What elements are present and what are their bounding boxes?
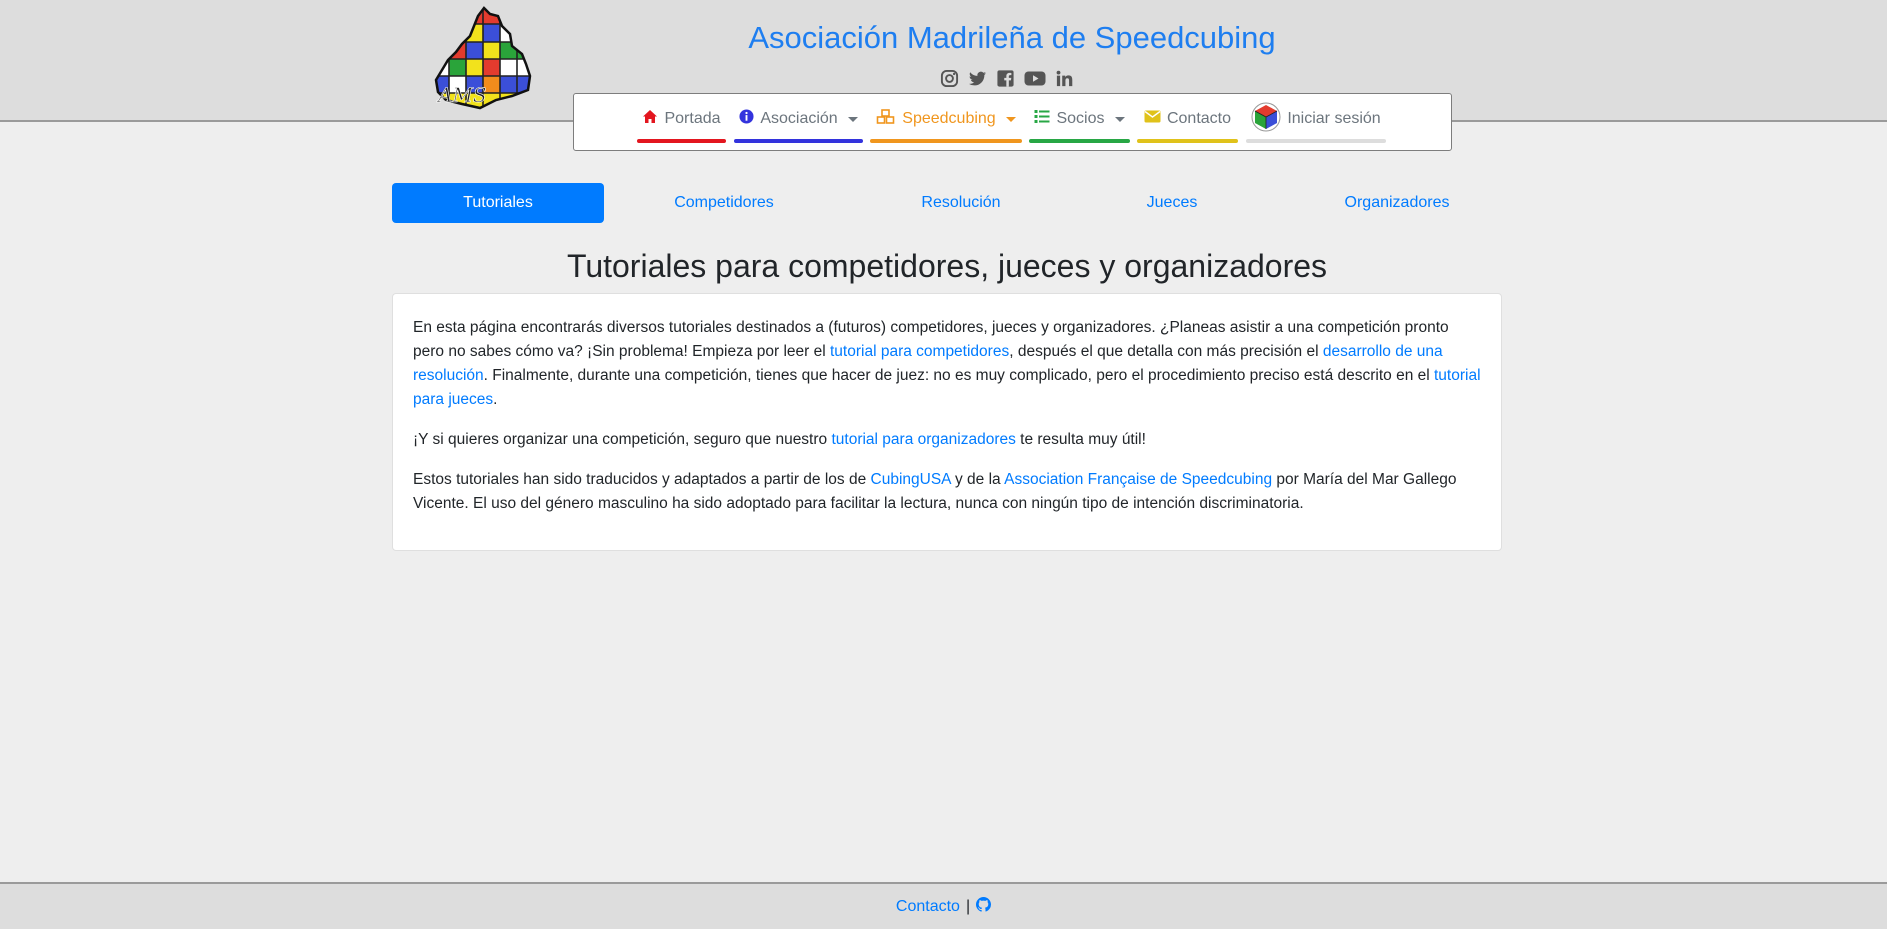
twitter-icon[interactable] bbox=[968, 69, 987, 88]
info-icon bbox=[739, 109, 754, 129]
paragraph-text: . bbox=[493, 391, 498, 408]
content-card: En esta página encontrarás diversos tuto… bbox=[392, 293, 1502, 551]
paragraph-text: , después el que detalla con más precisi… bbox=[1009, 343, 1323, 360]
nav-speedcubing-label: Speedcubing bbox=[902, 110, 996, 127]
paragraph-text: Estos tutoriales han sido traducidos y a… bbox=[413, 471, 871, 488]
social-links bbox=[940, 67, 1074, 89]
nav-contacto[interactable]: Contacto bbox=[1137, 104, 1238, 143]
link-tutorial-competidores[interactable]: tutorial para competidores bbox=[830, 343, 1009, 360]
chevron-down-icon bbox=[1114, 116, 1125, 122]
youtube-icon[interactable] bbox=[1024, 69, 1046, 88]
wca-icon bbox=[1251, 102, 1281, 137]
nav-contacto-label: Contacto bbox=[1166, 110, 1232, 127]
page-title: Tutoriales para competidores, jueces y o… bbox=[566, 248, 1328, 284]
ams-logo-icon: AMS bbox=[434, 6, 532, 110]
nav-contacto-underline bbox=[1137, 139, 1238, 143]
nav-iniciar-sesion-underline bbox=[1246, 139, 1386, 143]
linkedin-icon[interactable] bbox=[1055, 69, 1074, 88]
tab-jueces[interactable]: Jueces bbox=[1092, 183, 1252, 223]
nav-iniciar-sesion[interactable]: Iniciar sesión bbox=[1246, 102, 1386, 143]
paragraph-text: y de la bbox=[950, 471, 1005, 488]
nav-portada-label: Portada bbox=[664, 110, 721, 127]
footer-separator: | bbox=[965, 897, 971, 915]
envelope-icon bbox=[1144, 110, 1161, 128]
nav-socios-underline bbox=[1029, 139, 1130, 143]
tab-resolucion[interactable]: Resolución bbox=[866, 183, 1056, 223]
facebook-icon[interactable] bbox=[996, 69, 1015, 88]
credits-paragraph: Estos tutoriales han sido traducidos y a… bbox=[413, 468, 1481, 516]
link-tutorial-organizadores[interactable]: tutorial para organizadores bbox=[831, 431, 1015, 448]
nav-iniciar-sesion-label: Iniciar sesión bbox=[1287, 110, 1381, 127]
instagram-icon[interactable] bbox=[940, 69, 959, 88]
nav-portada-underline bbox=[637, 139, 726, 143]
list-icon bbox=[1034, 109, 1050, 129]
paragraph-text: te resulta muy útil! bbox=[1015, 431, 1146, 448]
footer-contact-link[interactable]: Contacto bbox=[896, 898, 960, 916]
tab-competidores[interactable]: Competidores bbox=[624, 183, 824, 223]
main-nav: Portada Asociación Speedcubing Socios Co… bbox=[573, 93, 1452, 151]
nav-socios[interactable]: Socios bbox=[1029, 104, 1130, 143]
tab-tutoriales[interactable]: Tutoriales bbox=[392, 183, 604, 223]
nav-asociacion[interactable]: Asociación bbox=[734, 104, 863, 143]
chevron-down-icon bbox=[1005, 116, 1016, 122]
logo-text: AMS bbox=[436, 83, 487, 107]
ams-logo[interactable]: AMS bbox=[432, 4, 534, 110]
site-footer: Contacto | bbox=[0, 882, 1887, 929]
nav-asociacion-label: Asociación bbox=[760, 110, 838, 127]
nav-socios-label: Socios bbox=[1056, 110, 1105, 127]
paragraph-text: . Finalmente, durante una competición, t… bbox=[483, 367, 1434, 384]
cubes-icon bbox=[876, 109, 896, 129]
tab-organizadores[interactable]: Organizadores bbox=[1292, 183, 1502, 223]
nav-speedcubing-underline bbox=[870, 139, 1022, 143]
paragraph-text: ¡Y si quieres organizar una competición,… bbox=[413, 431, 832, 448]
link-cubingusa[interactable]: CubingUSA bbox=[871, 471, 951, 488]
nav-speedcubing[interactable]: Speedcubing bbox=[870, 104, 1022, 143]
github-icon[interactable] bbox=[976, 896, 992, 917]
tutorial-tabs: Tutoriales Competidores Resolución Juece… bbox=[392, 183, 1502, 223]
chevron-down-icon bbox=[847, 116, 858, 122]
link-afs[interactable]: Association Française de Speedcubing bbox=[1004, 471, 1272, 488]
site-header: AMS Asociación Madrileña de Speedcubing … bbox=[0, 0, 1887, 151]
nav-portada[interactable]: Portada bbox=[637, 104, 726, 143]
organizers-paragraph: ¡Y si quieres organizar una competición,… bbox=[413, 428, 1481, 452]
home-icon bbox=[642, 109, 658, 129]
nav-asociacion-underline bbox=[734, 139, 863, 143]
intro-paragraph: En esta página encontrarás diversos tuto… bbox=[413, 316, 1481, 412]
site-title[interactable]: Asociación Madrileña de Speedcubing bbox=[572, 20, 1452, 56]
